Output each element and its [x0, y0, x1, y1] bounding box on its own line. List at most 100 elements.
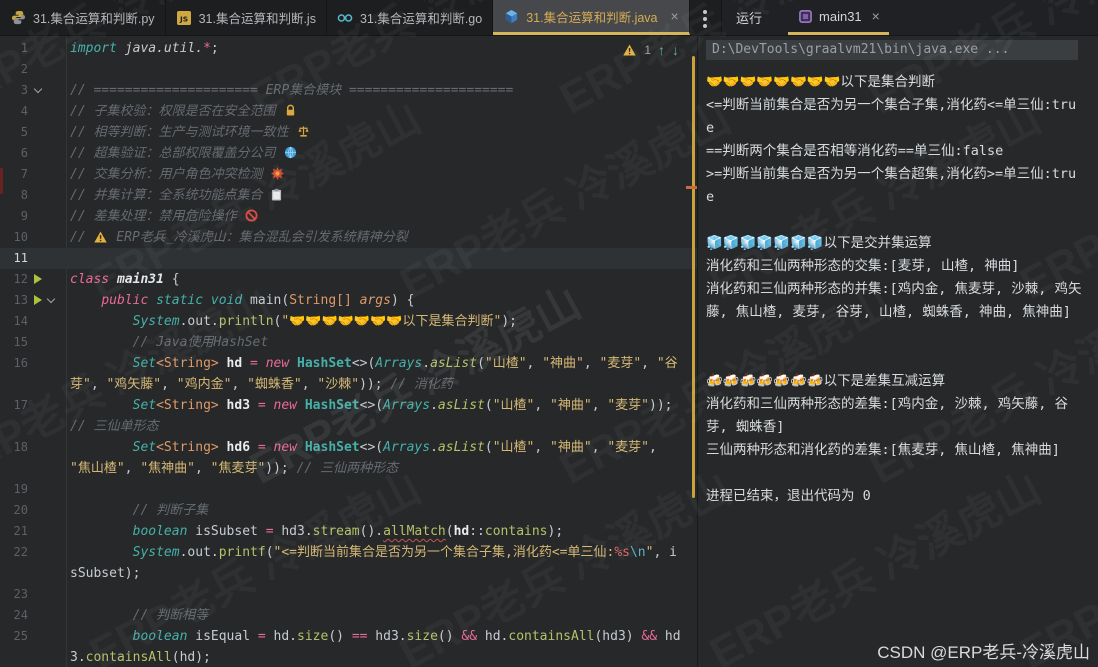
code-text[interactable]: [66, 479, 697, 500]
warning-count: 1: [644, 43, 651, 57]
lock-icon: [284, 104, 297, 117]
close-icon[interactable]: ×: [671, 9, 679, 23]
code-text[interactable]: boolean isSubset = hd3.stream().allMatch…: [66, 521, 697, 542]
line-number: 19: [4, 479, 28, 500]
java-icon: [503, 9, 519, 24]
tab-label: 31.集合运算和判断.py: [33, 8, 155, 27]
code-line-1: 1import java.util.*;: [0, 38, 697, 59]
gutter: 13: [0, 290, 66, 311]
main-area: 1import java.util.*;2 3// ==============…: [0, 36, 1098, 667]
code-line-19: 19: [0, 479, 697, 500]
line-number: 24: [4, 605, 28, 626]
line-number: 22: [4, 542, 28, 563]
gutter: 16: [0, 353, 66, 395]
code-text[interactable]: // 判断相等: [66, 605, 697, 626]
console-output-line: <=判断当前集合是否为另一个集合子集,消化药<=单三仙:true: [706, 94, 1098, 140]
code-text[interactable]: boolean isEqual = hd.size() == hd3.size(…: [66, 626, 697, 667]
gutter: 11: [0, 248, 66, 269]
code-line-23: 23: [0, 584, 697, 605]
top-bar: 31.集合运算和判断.py JS31.集合运算和判断.js 31.集合运算和判断.g…: [0, 0, 1098, 36]
line-number: 20: [4, 500, 28, 521]
console-output-line: 🤝🤝🤝🤝🤝🤝🤝🤝以下是集合判断: [706, 71, 1098, 94]
line-number: 2: [4, 59, 28, 80]
editor-tab-go[interactable]: 31.集合运算和判断.go: [327, 0, 493, 35]
code-text[interactable]: class main31 {: [66, 269, 697, 290]
code-text[interactable]: System.out.println("🤝🤝🤝🤝🤝🤝🤝以下是集合判断");: [66, 311, 697, 332]
code-text[interactable]: // 相等判断：生产与测试环境一致性: [66, 122, 697, 143]
clipboard-icon: [271, 188, 282, 201]
run-line-button[interactable]: [34, 274, 42, 284]
code-text[interactable]: Set<String> hd = new HashSet<>(Arrays.as…: [66, 353, 697, 395]
line-number: 11: [4, 248, 28, 269]
gutter: 9: [0, 206, 66, 227]
code-line-8: 8// 并集计算：全系统功能点集合: [0, 185, 697, 206]
code-text[interactable]: // 差集处理：禁用危险操作: [66, 206, 697, 227]
code-line-16: 16 Set<String> hd = new HashSet<>(Arrays…: [0, 353, 697, 395]
ide-window: 31.集合运算和判断.py JS31.集合运算和判断.js 31.集合运算和判断.g…: [0, 0, 1098, 667]
code-text[interactable]: import java.util.*;: [66, 38, 697, 59]
code-line-5: 5 // 相等判断：生产与测试环境一致性: [0, 122, 697, 143]
gutter: 24: [0, 605, 66, 626]
code-text[interactable]: // ===================== ERP集合模块 =======…: [66, 80, 697, 101]
code-line-6: 6 // 超集验证：总部权限覆盖分公司: [0, 143, 697, 164]
code-line-4: 4// 子集校验：权限是否在安全范围: [0, 101, 697, 122]
run-config-icon: [797, 10, 813, 23]
line-number: 10: [4, 227, 28, 248]
gutter: 2: [0, 59, 66, 80]
code-line-7: 7 // 交集分析：用户角色冲突检测: [0, 164, 697, 185]
next-warning-arrow-icon[interactable]: ↓: [672, 42, 679, 58]
console-command-line[interactable]: D:\DevTools\graalvm21\bin\java.exe ...: [706, 40, 1078, 60]
code-text[interactable]: [66, 248, 697, 269]
close-icon[interactable]: ×: [872, 8, 880, 24]
code-text[interactable]: // ERP老兵_冷溪虎山：集合混乱会引发系统精神分裂: [66, 227, 697, 248]
code-text[interactable]: // 判断子集: [66, 500, 697, 521]
editor-scrollbar[interactable]: [692, 56, 695, 498]
kebab-menu-icon: [703, 10, 707, 14]
code-text[interactable]: Set<String> hd3 = new HashSet<>(Arrays.a…: [66, 395, 697, 437]
editor-tab-java[interactable]: 31.集合运算和判断.java×: [493, 0, 689, 35]
tab-options-button[interactable]: [697, 0, 721, 36]
run-tool-window-title[interactable]: 运行: [722, 0, 776, 35]
code-text[interactable]: // 超集验证：总部权限覆盖分公司: [66, 143, 697, 164]
code-line-13: 13 public static void main(String[] args…: [0, 290, 697, 311]
code-editor[interactable]: 1import java.util.*;2 3// ==============…: [0, 36, 697, 667]
code-line-2: 2: [0, 59, 697, 80]
inspections-widget[interactable]: 1 ↑ ↓: [622, 42, 679, 58]
fold-chevron-icon[interactable]: [47, 295, 55, 303]
code-text[interactable]: System.out.printf("<=判断当前集合是否为另一个集合子集,消化…: [66, 542, 697, 584]
code-text[interactable]: // Java使用HashSet: [66, 332, 697, 353]
code-text[interactable]: // 交集分析：用户角色冲突检测: [66, 164, 697, 185]
code-text[interactable]: [66, 584, 697, 605]
line-number: 18: [4, 437, 28, 458]
code-text[interactable]: Set<String> hd6 = new HashSet<>(Arrays.a…: [66, 437, 697, 479]
code-line-14: 14 System.out.println("🤝🤝🤝🤝🤝🤝🤝以下是集合判断");: [0, 311, 697, 332]
line-number: 6: [4, 143, 28, 164]
code-text[interactable]: // 并集计算：全系统功能点集合: [66, 185, 697, 206]
code-line-10: 10 // ERP老兵_冷溪虎山：集合混乱会引发系统精神分裂: [0, 227, 697, 248]
line-number: 7: [4, 164, 28, 185]
error-stripe-mark[interactable]: [686, 186, 697, 189]
fold-chevron-icon[interactable]: [34, 85, 42, 93]
warning-icon: [94, 231, 107, 243]
gutter: 1: [0, 38, 66, 59]
console-output-line: 🧊🧊🧊🧊🧊🧊🧊以下是交并集运算: [706, 232, 1098, 255]
code-text[interactable]: // 子集校验：权限是否在安全范围: [66, 101, 697, 122]
gutter: 5: [0, 122, 66, 143]
python-icon: [10, 10, 26, 25]
run-tab-main31[interactable]: main31 ×: [788, 0, 889, 35]
run-line-button[interactable]: [34, 295, 42, 305]
run-tab-label: main31: [819, 9, 862, 24]
editor-tab-js[interactable]: JS31.集合运算和判断.js: [166, 0, 327, 35]
run-console[interactable]: D:\DevTools\graalvm21\bin\java.exe ... 🤝…: [697, 36, 1098, 667]
code-text[interactable]: [66, 59, 697, 80]
line-number: 25: [4, 626, 28, 647]
line-number: 5: [4, 122, 28, 143]
tab-label: 31.集合运算和判断.go: [360, 8, 482, 27]
collision-icon: [271, 167, 284, 180]
prev-warning-arrow-icon[interactable]: ↑: [658, 42, 665, 58]
console-output-line: [706, 209, 1098, 232]
console-output-line: 消化药和三仙两种形态的差集:[鸡内金, 沙棘, 鸡矢藤, 谷芽, 蜘蛛香]: [706, 393, 1098, 439]
editor-tab-py[interactable]: 31.集合运算和判断.py: [0, 0, 166, 35]
code-text[interactable]: public static void main(String[] args) {: [66, 290, 697, 311]
line-number: 23: [4, 584, 28, 605]
